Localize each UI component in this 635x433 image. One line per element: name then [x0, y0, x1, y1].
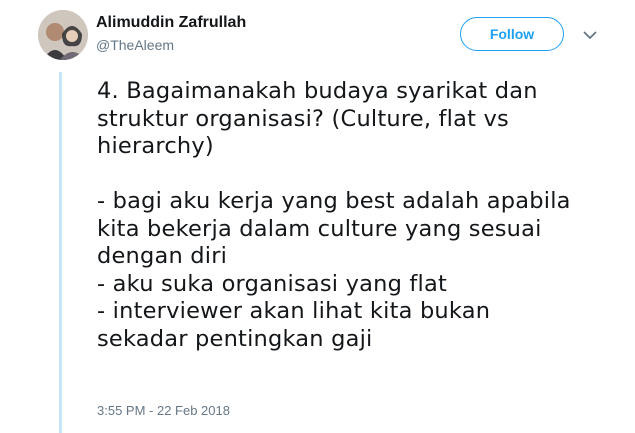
follow-button[interactable]: Follow — [460, 17, 564, 51]
chevron-down-icon[interactable] — [580, 26, 600, 44]
avatar[interactable] — [38, 10, 88, 60]
user-handle[interactable]: @TheAleem — [96, 37, 174, 53]
tweet-card: Alimuddin Zafrullah @TheAleem Follow 4. … — [0, 0, 635, 433]
follow-button-label: Follow — [489, 26, 535, 42]
avatar-photo — [38, 10, 88, 60]
tweet-text: 4. Bagaimanakah budaya syarikat dan stru… — [97, 78, 571, 352]
tweet-timestamp[interactable]: 3:55 PM - 22 Feb 2018 — [97, 403, 230, 418]
user-name[interactable]: Alimuddin Zafrullah — [96, 14, 246, 32]
thread-line — [59, 72, 62, 433]
